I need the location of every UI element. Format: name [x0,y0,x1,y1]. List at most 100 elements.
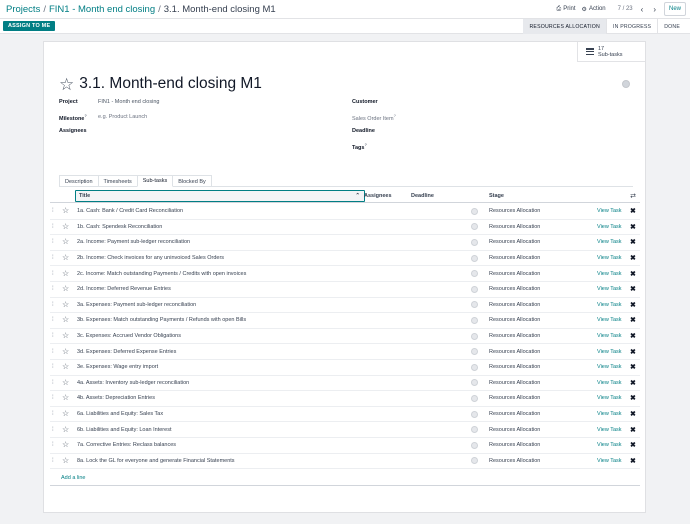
tab-subtasks[interactable]: Sub-tasks [136,175,174,187]
breadcrumb-projects[interactable]: Projects [6,4,40,15]
table-row[interactable]: ⁞ ☆ 6a. Liabilities and Equity: Sales Tax R… [50,407,640,423]
drag-handle-icon[interactable]: ⁞ [52,317,54,323]
column-header-title[interactable]: Title ⌃ [75,190,365,202]
project-field[interactable]: FIN1 - Month end closing [98,99,159,105]
assign-to-me-button[interactable]: ASSIGN TO ME [3,21,56,31]
drag-handle-icon[interactable]: ⁞ [52,239,54,245]
delete-icon[interactable]: ✖ [630,426,636,434]
priority-star-icon[interactable]: ☆ [62,363,69,371]
optional-columns-icon[interactable]: ⇄ [630,192,636,200]
stage-in-progress[interactable]: IN PROGRESS [605,19,657,34]
drag-handle-icon[interactable]: ⁞ [52,427,54,433]
stage-resources-allocation[interactable]: RESOURCES ALLOCATION [523,19,606,34]
task-title[interactable]: 3.1. Month-end closing M1 [79,75,262,93]
priority-star-icon[interactable]: ☆ [62,316,69,324]
kanban-state-indicator[interactable] [471,410,478,418]
subtask-name[interactable]: 2b. Income: Check invoices for any uninv… [77,255,224,261]
view-task-button[interactable]: View Task [597,395,622,401]
pager-next-icon[interactable]: › [651,5,658,14]
subtask-name[interactable]: 6a. Liabilities and Equity: Sales Tax [77,411,163,417]
subtask-name[interactable]: 8a. Lock the GL for everyone and generat… [77,458,235,464]
view-task-button[interactable]: View Task [597,302,622,308]
delete-icon[interactable]: ✖ [630,394,636,402]
delete-icon[interactable]: ✖ [630,348,636,356]
priority-star-icon[interactable]: ☆ [62,441,69,449]
pager-previous-icon[interactable]: ‹ [639,5,646,14]
new-button[interactable]: New [663,2,686,16]
drag-handle-icon[interactable]: ⁞ [52,302,54,308]
view-task-button[interactable]: View Task [597,208,622,214]
view-task-button[interactable]: View Task [597,239,622,245]
subtask-name[interactable]: 3e. Expenses: Wage entry import [77,364,158,370]
delete-icon[interactable]: ✖ [630,316,636,324]
kanban-state-indicator[interactable] [471,285,478,293]
table-row[interactable]: ⁞ ☆ 6b. Liabilities and Equity: Loan Inter… [50,422,640,438]
table-row[interactable]: ⁞ ☆ 4b. Assets: Depreciation Entries Resour… [50,391,640,407]
drag-handle-icon[interactable]: ⁞ [52,208,54,214]
view-task-button[interactable]: View Task [597,364,622,370]
table-row[interactable]: ⁞ ☆ 3d. Expenses: Deferred Expense Entries… [50,344,640,360]
drag-handle-icon[interactable]: ⁞ [52,364,54,370]
table-row[interactable]: ⁞ ☆ 3c. Expenses: Accrued Vendor Obligatio… [50,329,640,345]
favorite-star-icon[interactable]: ☆ [59,76,74,93]
kanban-state-indicator[interactable] [471,207,478,215]
priority-star-icon[interactable]: ☆ [62,456,69,465]
kanban-state-indicator[interactable] [471,238,478,246]
view-task-button[interactable]: View Task [597,411,622,417]
sales-order-item-field[interactable]: Sales Order Item? [352,113,396,122]
view-task-button[interactable]: View Task [597,255,622,261]
delete-icon[interactable]: ✖ [630,410,636,418]
pager-value[interactable]: 7 / 23 [618,6,633,12]
table-row[interactable]: ⁞ ☆ 1b. Cash: Spendesk Reconciliation Resou… [50,220,640,236]
column-header-assignees[interactable]: Assignees [364,189,392,203]
column-header-stage[interactable]: Stage [489,189,504,203]
kanban-state-indicator[interactable] [471,270,478,278]
subtask-name[interactable]: 2d. Income: Deferred Revenue Entries [77,286,171,292]
kanban-state-indicator[interactable] [471,363,478,371]
table-row[interactable]: ⁞ ☆ 2d. Income: Deferred Revenue Entries Re… [50,282,640,298]
delete-icon[interactable]: ✖ [630,270,636,278]
subtasks-smart-button[interactable]: 17 Sub-tasks [577,42,645,62]
table-row[interactable]: ⁞ ☆ 2c. Income: Match outstanding Payments… [50,266,640,282]
delete-icon[interactable]: ✖ [630,207,636,215]
table-row[interactable]: ⁞ ☆ 2b. Income: Check invoices for any uni… [50,251,640,267]
subtask-name[interactable]: 7a. Corrective Entries: Reclass balances [77,442,176,448]
view-task-button[interactable]: View Task [597,286,622,292]
table-row[interactable]: ⁞ ☆ 2a. Income: Payment sub-ledger reconci… [50,235,640,251]
kanban-state-indicator[interactable] [471,301,478,309]
drag-handle-icon[interactable]: ⁞ [52,458,54,464]
view-task-button[interactable]: View Task [597,271,622,277]
view-task-button[interactable]: View Task [597,458,622,464]
delete-icon[interactable]: ✖ [630,441,636,449]
kanban-state-indicator[interactable] [471,457,478,465]
delete-icon[interactable]: ✖ [630,254,636,262]
kanban-state-indicator[interactable] [471,254,478,262]
subtask-name[interactable]: 1a. Cash: Bank / Credit Card Reconciliat… [77,208,183,214]
drag-handle-icon[interactable]: ⁞ [52,271,54,277]
view-task-button[interactable]: View Task [597,317,622,323]
column-header-deadline[interactable]: Deadline [411,189,434,203]
subtask-name[interactable]: 2a. Income: Payment sub-ledger reconcili… [77,239,190,245]
drag-handle-icon[interactable]: ⁞ [52,224,54,230]
drag-handle-icon[interactable]: ⁞ [52,286,54,292]
view-task-button[interactable]: View Task [597,224,622,230]
delete-icon[interactable]: ✖ [630,301,636,309]
drag-handle-icon[interactable]: ⁞ [52,255,54,261]
subtask-name[interactable]: 2c. Income: Match outstanding Payments /… [77,271,246,277]
drag-handle-icon[interactable]: ⁞ [52,395,54,401]
priority-star-icon[interactable]: ☆ [62,269,69,278]
kanban-state-indicator[interactable] [622,80,630,88]
table-row[interactable]: ⁞ ☆ 3a. Expenses: Payment sub-ledger recon… [50,298,640,314]
priority-star-icon[interactable]: ☆ [62,347,69,356]
delete-icon[interactable]: ✖ [630,238,636,246]
drag-handle-icon[interactable]: ⁞ [52,333,54,339]
view-task-button[interactable]: View Task [597,427,622,433]
kanban-state-indicator[interactable] [471,394,478,402]
priority-star-icon[interactable]: ☆ [62,222,69,231]
delete-icon[interactable]: ✖ [630,457,636,465]
priority-star-icon[interactable]: ☆ [62,238,69,246]
view-task-button[interactable]: View Task [597,442,622,448]
subtask-name[interactable]: 4a. Assets: Inventory sub-ledger reconci… [77,380,189,386]
table-row[interactable]: ⁞ ☆ 3b. Expenses: Match outstanding Paymen… [50,313,640,329]
priority-star-icon[interactable]: ☆ [62,378,69,387]
